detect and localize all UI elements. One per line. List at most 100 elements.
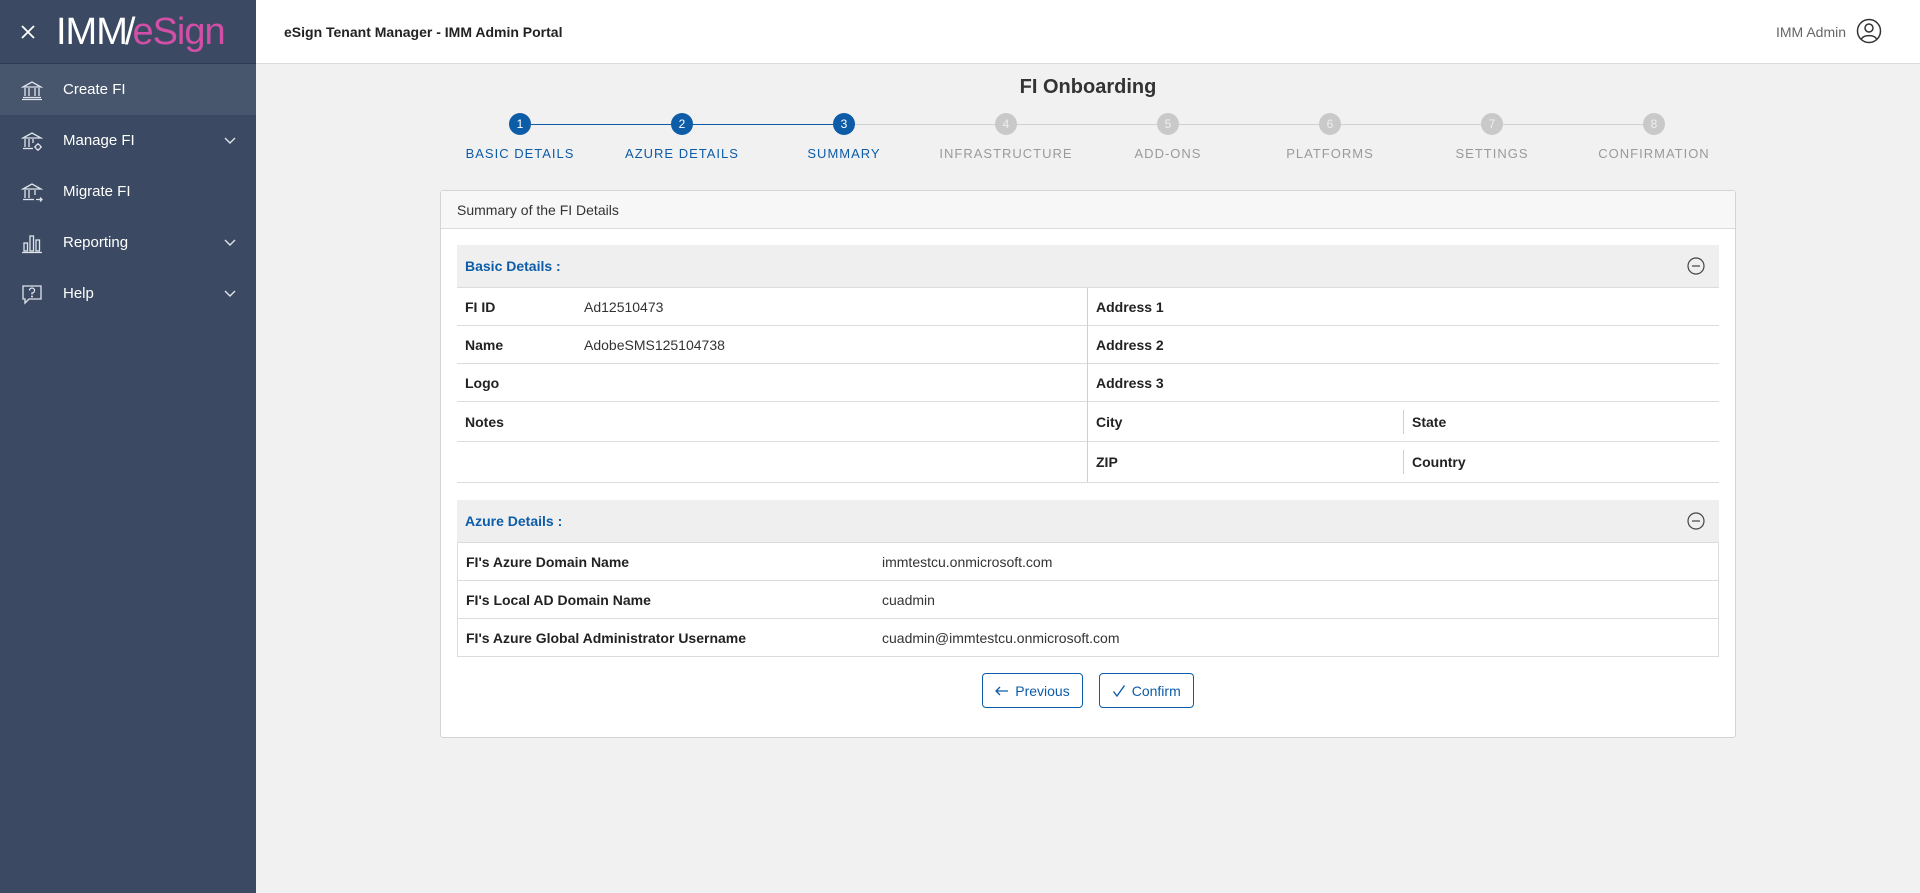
name-row: Name AdobeSMS125104738	[457, 326, 1087, 364]
step-number: 1	[509, 113, 531, 135]
global-admin-row: FI's Azure Global Administrator Username…	[458, 619, 1718, 657]
bank-icon	[20, 78, 44, 102]
address3-label: Address 3	[1096, 374, 1164, 391]
basic-details-grid: FI ID Ad12510473 Name AdobeSMS125104738 …	[457, 288, 1719, 483]
logo-imm: IMM	[56, 10, 128, 53]
checkmark-icon	[1112, 684, 1126, 698]
arrow-left-icon	[995, 686, 1009, 696]
sidebar-item-migrate-fi[interactable]: Migrate FI	[0, 166, 256, 217]
minus-circle-icon	[1687, 257, 1705, 275]
local-ad-domain-value: cuadmin	[882, 591, 935, 608]
sidebar-item-label: Migrate FI	[63, 183, 131, 200]
logo-row: Logo	[457, 364, 1087, 402]
sidebar-item-label: Create FI	[63, 81, 126, 98]
step-label: BASIC DETAILS	[465, 146, 575, 161]
form-actions: Previous Confirm	[457, 673, 1719, 708]
sidebar-item-label: Help	[63, 285, 94, 302]
global-admin-label: FI's Azure Global Administrator Username	[466, 629, 747, 646]
azure-domain-label: FI's Azure Domain Name	[466, 553, 630, 570]
step-basic-details[interactable]: 1 BASIC DETAILS	[430, 112, 610, 161]
step-number: 4	[995, 113, 1017, 135]
country-label: Country	[1412, 454, 1466, 470]
confirm-button[interactable]: Confirm	[1098, 673, 1194, 708]
collapse-azure-details-button[interactable]	[1687, 512, 1705, 530]
previous-button[interactable]: Previous	[982, 673, 1083, 708]
chevron-down-icon	[220, 290, 240, 298]
step-label: INFRASTRUCTURE	[939, 146, 1073, 161]
user-name: IMM Admin	[1775, 24, 1846, 40]
step-summary[interactable]: 3 SUMMARY	[754, 112, 934, 161]
zip-label: ZIP	[1096, 454, 1118, 470]
close-icon	[21, 24, 35, 39]
azure-details-title: Azure Details :	[465, 513, 563, 529]
basic-details-title: Basic Details :	[465, 258, 561, 274]
close-sidebar-button[interactable]	[0, 0, 56, 64]
notes-label: Notes	[465, 413, 504, 430]
page-title: FI Onboarding	[1019, 76, 1157, 98]
step-label: ADD-ONS	[1134, 146, 1202, 161]
step-number: 8	[1643, 113, 1665, 135]
step-label: PLATFORMS	[1286, 146, 1374, 161]
user-avatar-icon	[1856, 18, 1882, 47]
city-state-row: City State	[1088, 402, 1719, 442]
user-menu[interactable]: IMM Admin	[1776, 0, 1882, 64]
azure-details-table: FI's Azure Domain Name immtestcu.onmicro…	[457, 543, 1719, 657]
sidebar-item-manage-fi[interactable]: Manage FI	[0, 115, 256, 166]
bank-migrate-icon	[20, 180, 44, 204]
chevron-down-icon	[220, 137, 240, 145]
address2-row: Address 2	[1088, 326, 1719, 364]
step-label: SETTINGS	[1455, 146, 1529, 161]
address1-label: Address 1	[1096, 298, 1164, 315]
sidebar-item-label: Reporting	[63, 234, 129, 251]
fi-id-label: FI ID	[465, 298, 496, 315]
logo-label: Logo	[465, 374, 500, 391]
minus-circle-icon	[1687, 512, 1705, 530]
imm-esign-logo: IMM / eSign	[56, 10, 226, 53]
city-label: City	[1096, 413, 1123, 430]
onboarding-stepper: 1 BASIC DETAILS 2 AZURE DETAILS 3 SUMMAR…	[256, 112, 1920, 172]
azure-domain-row: FI's Azure Domain Name immtestcu.onmicro…	[458, 543, 1718, 581]
summary-card: Summary of the FI Details Basic Details …	[440, 190, 1736, 738]
global-admin-value: cuadmin@immtestcu.onmicrosoft.com	[882, 629, 1120, 646]
step-infrastructure: 4 INFRASTRUCTURE	[916, 112, 1096, 161]
azure-domain-value: immtestcu.onmicrosoft.com	[882, 553, 1053, 570]
basic-details-header: Basic Details :	[457, 245, 1719, 288]
step-add-ons: 5 ADD-ONS	[1078, 112, 1258, 161]
step-platforms: 6 PLATFORMS	[1240, 112, 1420, 161]
sidebar-brand: IMM / eSign	[0, 0, 256, 64]
logo-esign: eSign	[132, 10, 225, 53]
name-label: Name	[465, 336, 504, 353]
basic-details-right: Address 1 Address 2 Address 3 City State	[1088, 288, 1719, 482]
sidebar-item-reporting[interactable]: Reporting	[0, 217, 256, 268]
step-number: 7	[1481, 113, 1503, 135]
basic-details-left: FI ID Ad12510473 Name AdobeSMS125104738 …	[457, 288, 1088, 482]
step-number: 6	[1319, 113, 1341, 135]
step-label: CONFIRMATION	[1598, 146, 1710, 161]
summary-card-title: Summary of the FI Details	[441, 191, 1735, 229]
top-header: eSign Tenant Manager - IMM Admin Portal …	[256, 0, 1920, 64]
notes-row: Notes	[457, 402, 1087, 442]
sidebar-item-help[interactable]: Help	[0, 268, 256, 319]
help-icon	[20, 282, 44, 306]
name-value: AdobeSMS125104738	[584, 336, 725, 353]
sidebar-item-label: Manage FI	[63, 132, 135, 149]
step-label: SUMMARY	[807, 146, 881, 161]
main-content: FI Onboarding 1 BASIC DETAILS 2 AZURE DE…	[256, 64, 1920, 893]
sidebar-item-create-fi[interactable]: Create FI	[0, 64, 256, 115]
zip-country-row: ZIP Country	[1088, 442, 1719, 482]
fi-id-value: Ad12510473	[584, 298, 664, 315]
bank-gear-icon	[20, 129, 44, 153]
azure-details-section: Azure Details : FI's Azure Domain Name i…	[457, 500, 1719, 657]
step-number: 5	[1157, 113, 1179, 135]
step-azure-details[interactable]: 2 AZURE DETAILS	[592, 112, 772, 161]
previous-button-label: Previous	[1015, 682, 1070, 699]
step-number: 3	[833, 113, 855, 135]
address2-label: Address 2	[1096, 336, 1164, 353]
step-confirmation: 8 CONFIRMATION	[1564, 112, 1744, 161]
address1-row: Address 1	[1088, 288, 1719, 326]
app-title: eSign Tenant Manager - IMM Admin Portal	[284, 23, 563, 40]
collapse-basic-details-button[interactable]	[1687, 257, 1705, 275]
bar-chart-icon	[20, 231, 44, 255]
chevron-down-icon	[220, 239, 240, 247]
azure-details-header: Azure Details :	[457, 500, 1719, 543]
